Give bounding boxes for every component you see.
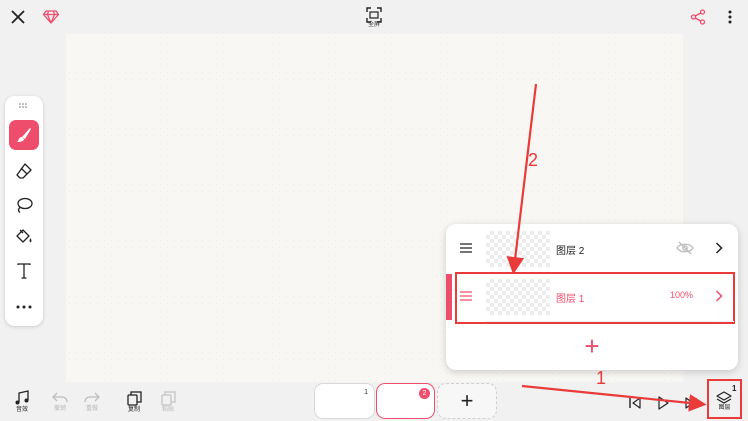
annotation-arrows [506,83,707,412]
annotation-number-2: 2 [528,150,539,170]
arrow-2 [506,83,538,275]
arrow-1 [521,384,707,412]
annotation-number-1: 1 [596,368,607,388]
